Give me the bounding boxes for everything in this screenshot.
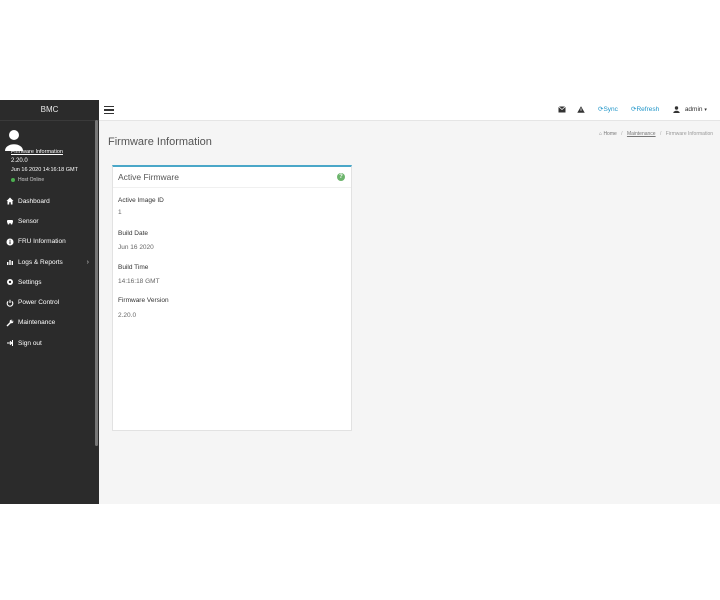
caret-down-icon: ▾ [704,107,707,113]
gear-icon [6,278,14,286]
sidebar: BMC Firmware Information 2.20.0 Jun 16 2… [0,100,99,504]
active-image-id-value: 1 [118,209,122,216]
menu-toggle-icon[interactable] [104,106,114,114]
build-date-value: Jun 16 2020 [118,244,154,251]
power-icon [6,299,14,307]
build-date-label: Build Date [118,230,148,237]
sidebar-item-sign-out[interactable]: Sign out [0,333,95,353]
warning-icon[interactable] [577,100,585,120]
sidebar-item-settings[interactable]: Settings [0,272,95,292]
sidebar-item-label: FRU Information [18,238,66,246]
chevron-right-icon: › [86,258,89,266]
chart-icon [6,258,14,266]
wrench-icon [6,319,14,327]
firmware-version-value: 2.20.0 [118,312,137,319]
host-status: Host Online [11,177,44,183]
refresh-button[interactable]: ⟳Refresh [631,100,659,120]
sidebar-item-fru-information[interactable]: FRU Information [0,232,95,252]
status-dot-icon [11,177,15,182]
page-title: Firmware Information [108,136,212,148]
sidebar-item-label: Sign out [18,339,42,347]
sidebar-item-sensor[interactable]: Sensor [0,211,95,231]
envelope-icon[interactable] [558,100,566,120]
user-avatar-icon [5,130,23,151]
user-icon [673,106,680,113]
firmware-information-link[interactable]: Firmware Information [11,149,63,155]
sidebar-item-label: Dashboard [18,197,50,205]
panel-title: Active Firmware [118,172,179,182]
user-name-label: admin [684,106,703,113]
active-firmware-panel: Active Firmware ? Active Image ID 1 Buil… [112,165,352,431]
build-time-value: 14:16:18 GMT [118,278,160,285]
breadcrumb-home[interactable]: Home [603,131,616,137]
active-image-id-label: Active Image ID [118,197,164,204]
sidebar-item-dashboard[interactable]: Dashboard [0,191,95,211]
sidebar-nav: Dashboard Sensor FRU Information Logs & … [0,191,95,353]
app-shell: BMC Firmware Information 2.20.0 Jun 16 2… [0,100,720,504]
build-time-label: Build Time [118,264,149,271]
sidebar-item-logs-reports[interactable]: Logs & Reports › [0,252,95,272]
sidebar-item-label: Power Control [18,299,60,307]
breadcrumb-maintenance[interactable]: Maintenance [627,131,656,137]
sensor-icon [6,217,14,225]
sign-out-icon [6,339,14,347]
sync-label: Sync [603,106,618,113]
brand-title: BMC [0,100,99,121]
breadcrumb: ⌂ Home / Maintenance / Firmware Informat… [599,131,713,137]
home-icon [6,197,14,205]
sidebar-item-maintenance[interactable]: Maintenance [0,313,95,333]
firmware-version-text: 2.20.0 [11,158,28,164]
sidebar-item-label: Settings [18,278,42,286]
info-icon [6,238,14,246]
sidebar-item-label: Logs & Reports [18,258,63,266]
sidebar-item-power-control[interactable]: Power Control [0,292,95,312]
breadcrumb-current: Firmware Information [665,131,713,137]
firmware-version-label: Firmware Version [118,297,169,304]
sidebar-item-label: Maintenance [18,319,56,327]
sidebar-scrollbar[interactable] [95,120,98,446]
top-navbar: ⟳Sync ⟳Refresh admin ▾ [99,100,720,121]
panel-header: Active Firmware ? [113,167,351,188]
help-icon[interactable]: ? [337,173,345,181]
refresh-label: Refresh [636,106,660,113]
home-icon: ⌂ [599,131,603,137]
build-datetime-text: Jun 16 2020 14:16:18 GMT [11,167,78,173]
sidebar-item-label: Sensor [18,217,39,225]
user-menu-button[interactable]: admin ▾ [673,100,707,120]
host-status-text: Host Online [18,177,45,183]
sync-button[interactable]: ⟳Sync [598,100,618,120]
